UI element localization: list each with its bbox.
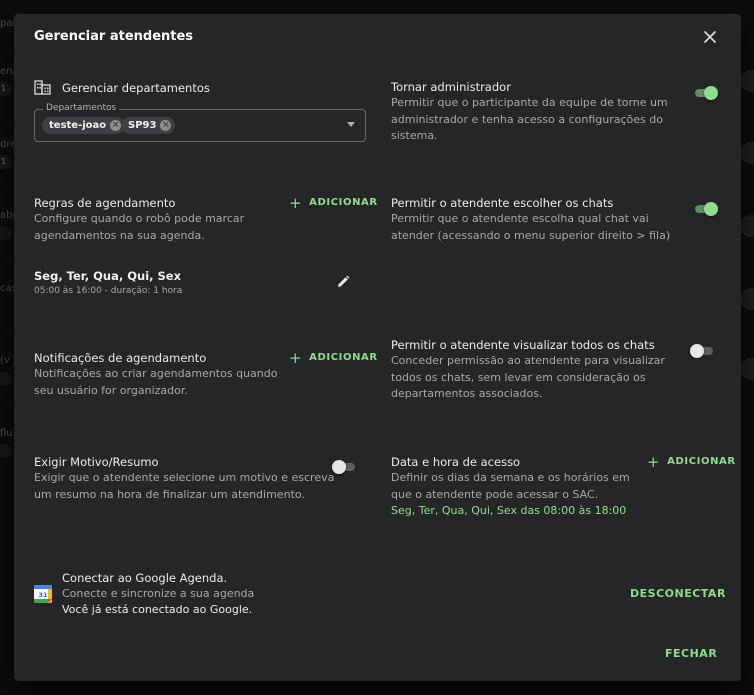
google-heading: Conectar ao Google Agenda. — [62, 571, 228, 585]
view-all-chats-heading: Permitir o atendente visualizar todos os… — [391, 338, 655, 352]
desc-line: que o atendente pode acessar o SAC. — [391, 487, 599, 501]
add-access-time-button[interactable]: + ADICIONAR — [647, 452, 736, 471]
close-dialog-button[interactable]: FECHAR — [665, 647, 717, 660]
desc-line: Conceder permissão ao atendente para vis… — [391, 354, 665, 367]
desc-line: seu usuário for organizador. — [34, 383, 188, 397]
departments-field-label: Departamentos — [43, 103, 120, 113]
building-icon — [34, 79, 52, 95]
toggle-thumb — [704, 202, 718, 216]
departments-select[interactable]: Departamentos teste-joao × SP93 × — [34, 103, 366, 142]
desc-line: todos os chats, sem levar em consideraçã… — [391, 370, 646, 384]
google-status: Você já está conectado ao Google. — [62, 603, 253, 616]
google-desc: Conecte e sincronize a sua agenda — [62, 587, 255, 600]
add-notification-button[interactable]: + ADICIONAR — [289, 348, 378, 367]
toggle-thumb — [332, 460, 346, 474]
department-chip[interactable]: teste-joao × — [42, 117, 126, 134]
google-calendar-icon: 31 — [34, 585, 52, 603]
require-reason-desc: Exigir que o atendente selecione um moti… — [34, 470, 334, 503]
access-time-heading: Data e hora de acesso — [391, 455, 521, 469]
make-admin-toggle[interactable] — [693, 85, 718, 101]
access-time-desc: Definir os dias da semana e os horários … — [391, 470, 630, 520]
desc-line: departamentos associados. — [391, 387, 543, 400]
access-time-value: Seg, Ter, Qua, Qui, Sex das 08:00 às 18:… — [391, 504, 627, 517]
desc-line: sistema. — [391, 129, 438, 142]
add-scheduling-rule-button[interactable]: + ADICIONAR — [289, 193, 378, 212]
desc-line: Configure quando o robô pode marcar — [34, 212, 245, 225]
desc-line: Exigir que o atendente selecione um moti… — [34, 471, 335, 484]
chip-remove-icon[interactable]: × — [110, 120, 122, 131]
manage-agents-dialog: Gerenciar atendentes Gerenciar departame… — [14, 14, 741, 681]
make-admin-desc: Permitir que o participante da equipe de… — [391, 95, 668, 145]
choose-chats-toggle[interactable] — [693, 201, 718, 217]
toggle-thumb — [690, 344, 704, 358]
desc-line: Permitir que o participante da equipe de… — [391, 96, 668, 109]
plus-icon: + — [289, 193, 303, 212]
scheduling-rules-heading: Regras de agendamento — [34, 196, 176, 210]
gcal-date-label: 31 — [38, 591, 48, 599]
desc-line: agendamentos na sua agenda. — [34, 228, 205, 242]
require-reason-toggle[interactable] — [332, 459, 357, 475]
desc-line: Notificações ao criar agendamentos quand… — [34, 367, 278, 380]
chevron-down-icon[interactable] — [347, 122, 355, 127]
scheduling-notifications-desc: Notificações ao criar agendamentos quand… — [34, 366, 277, 399]
dialog-title: Gerenciar atendentes — [34, 29, 194, 44]
add-label: ADICIONAR — [667, 456, 736, 467]
view-all-chats-toggle[interactable] — [690, 343, 715, 359]
add-label: ADICIONAR — [309, 352, 378, 363]
chip-remove-icon[interactable]: × — [160, 120, 172, 131]
choose-chats-heading: Permitir o atendente escolher os chats — [391, 196, 614, 210]
desc-line: Definir os dias da semana e os horários … — [391, 471, 630, 484]
department-chip-label: SP93 — [128, 120, 157, 131]
require-reason-heading: Exigir Motivo/Resumo — [34, 455, 159, 469]
scheduling-notifications-heading: Notificações de agendamento — [34, 351, 207, 365]
rule-days: Seg, Ter, Qua, Qui, Sex — [34, 269, 182, 283]
disconnect-google-button[interactable]: DESCONECTAR — [630, 587, 726, 600]
view-all-chats-desc: Conceder permissão ao atendente para vis… — [391, 353, 665, 403]
scheduling-rules-desc: Configure quando o robô pode marcar agen… — [34, 211, 244, 244]
desc-line: atender (acessando o menu superior direi… — [391, 228, 671, 242]
departments-heading: Gerenciar departamentos — [62, 81, 210, 95]
plus-icon: + — [289, 348, 303, 367]
choose-chats-desc: Permitir que o atendente escolha qual ch… — [391, 211, 670, 244]
desc-line: administrador e tenha acesso a configura… — [391, 112, 663, 126]
close-icon[interactable] — [699, 26, 721, 48]
make-admin-heading: Tornar administrador — [391, 80, 511, 94]
edit-pencil-icon[interactable] — [336, 274, 350, 288]
department-chip[interactable]: SP93 × — [121, 117, 176, 134]
rule-detail: 05:00 às 16:00 - duração: 1 hora — [34, 286, 183, 296]
toggle-thumb — [704, 86, 718, 100]
add-label: ADICIONAR — [309, 197, 378, 208]
department-chip-label: teste-joao — [49, 120, 107, 131]
plus-icon: + — [647, 452, 661, 471]
desc-line: um resumo na hora de finalizar um atendi… — [34, 487, 305, 501]
desc-line: Permitir que o atendente escolha qual ch… — [391, 212, 649, 225]
